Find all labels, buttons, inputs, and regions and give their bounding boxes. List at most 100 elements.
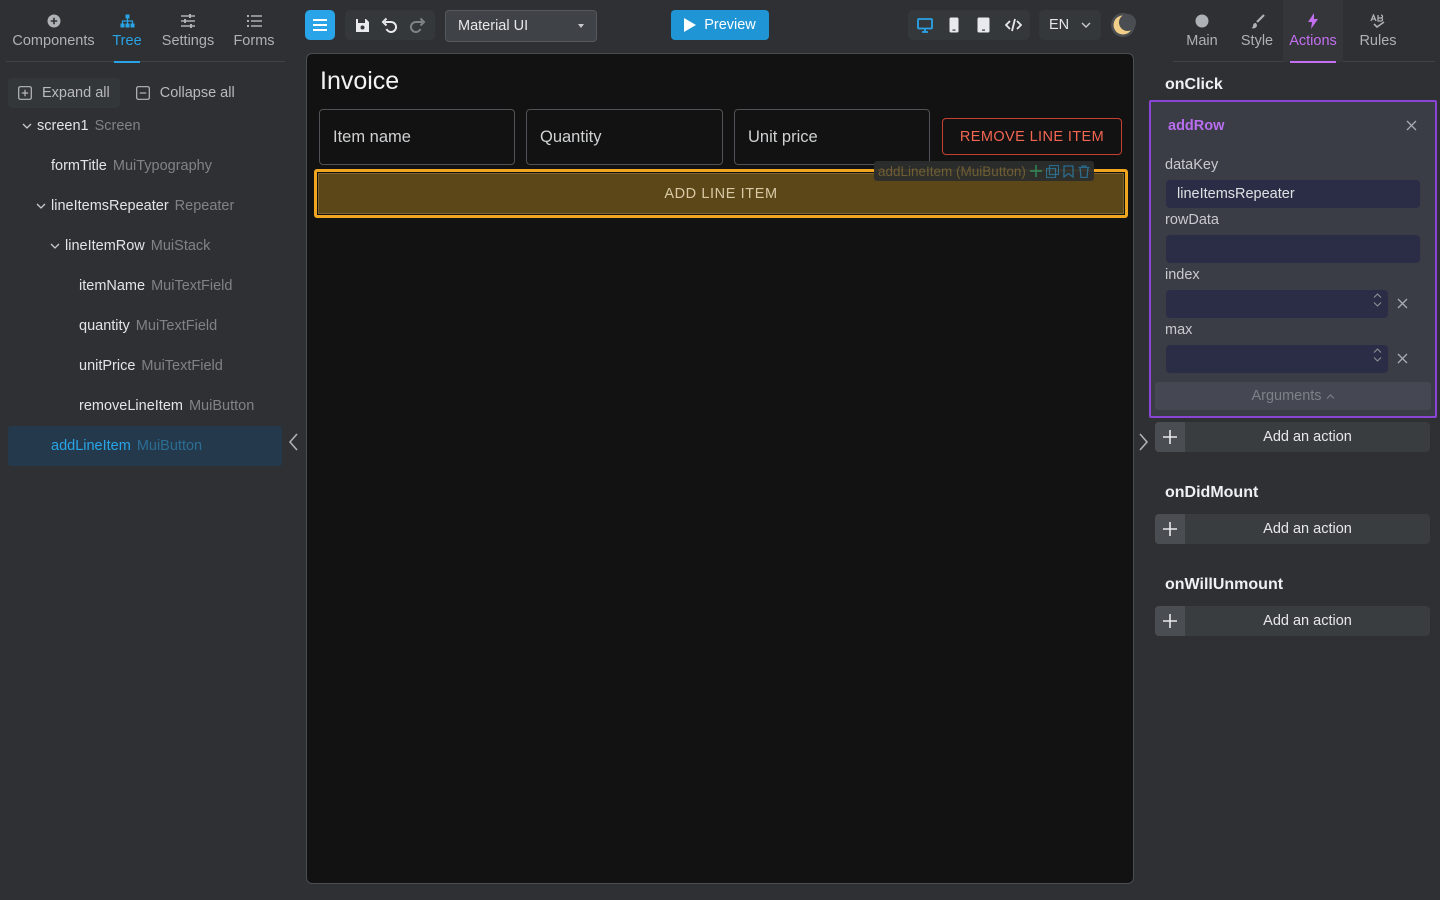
tree-node-type: MuiTextField — [141, 358, 223, 374]
tree-node-formtitle[interactable]: formTitle MuiTypography — [8, 146, 282, 186]
left-panel: Components Tree Settings Forms Expand al… — [0, 0, 298, 900]
tree-node-type: MuiStack — [150, 238, 211, 254]
add-child-icon[interactable] — [1029, 165, 1042, 177]
tab-settings[interactable]: Settings — [153, 0, 223, 62]
tree-node-type: MuiTextField — [135, 318, 218, 334]
tablet-icon[interactable] — [971, 12, 997, 38]
quantity-label: Quantity — [540, 127, 602, 146]
arg-input-rowdata[interactable] — [1166, 235, 1420, 263]
add-action-label: Add an action — [1263, 613, 1352, 629]
tab-forms[interactable]: Forms — [223, 0, 285, 62]
duplicate-icon[interactable] — [1045, 164, 1059, 178]
tree-node-unitprice[interactable]: unitPrice MuiTextField — [8, 346, 282, 386]
tab-actions[interactable]: Actions — [1283, 0, 1343, 62]
arg-input-index[interactable] — [1166, 290, 1388, 318]
tab-style[interactable]: Style — [1231, 0, 1283, 62]
clear-max-icon[interactable] — [1397, 353, 1408, 364]
action-name: addRow — [1168, 118, 1225, 134]
preview-button[interactable]: Preview — [671, 10, 769, 40]
tab-rules-label: Rules — [1359, 33, 1397, 49]
chevron-down-icon[interactable] — [20, 123, 34, 129]
tab-rules[interactable]: Rules — [1343, 0, 1413, 62]
chevron-down-icon[interactable] — [48, 243, 62, 249]
tree-node-name: quantity — [79, 318, 130, 334]
tree-node-type: MuiTypography — [112, 158, 212, 174]
menu-button[interactable] — [305, 10, 335, 40]
preview-label: Preview — [704, 17, 756, 33]
ui-library-select[interactable]: Material UI — [445, 10, 597, 42]
selection-toolbar: addLineItem (MuiButton) — [874, 161, 1094, 181]
quantity-field[interactable]: Quantity — [526, 109, 723, 165]
tree-node-name: removeLineItem — [79, 398, 183, 414]
unit-price-field[interactable]: Unit price — [734, 109, 930, 165]
mobile-icon[interactable] — [941, 12, 967, 38]
event-title-ondidmount: onDidMount — [1165, 484, 1259, 501]
tab-tree[interactable]: Tree — [101, 0, 153, 62]
tree-node-name: unitPrice — [79, 358, 136, 374]
play-icon — [684, 18, 697, 32]
tree-node-type: Repeater — [174, 198, 235, 214]
code-icon[interactable] — [1000, 12, 1026, 38]
tab-components-label: Components — [12, 33, 95, 49]
clear-index-icon[interactable] — [1397, 298, 1408, 309]
tree-node-itemname[interactable]: itemName MuiTextField — [8, 266, 282, 306]
close-icon[interactable] — [1406, 120, 1417, 131]
tree-node-quantity[interactable]: quantity MuiTextField — [8, 306, 282, 346]
tree-node-lineitemsrepeater[interactable]: lineItemsRepeater Repeater — [8, 186, 282, 226]
number-stepper[interactable] — [1373, 348, 1382, 362]
tab-main[interactable]: Main — [1173, 0, 1231, 62]
collapse-right-panel-icon[interactable] — [1138, 432, 1150, 452]
design-canvas[interactable]: Invoice Item name Quantity Unit price RE… — [306, 53, 1134, 884]
chevron-up-icon — [1326, 393, 1335, 399]
tree-node-removelineitem[interactable]: removeLineItem MuiButton — [8, 386, 282, 426]
component-tree: screen1 Screen formTitle MuiTypography l… — [8, 106, 282, 466]
delete-icon[interactable] — [1078, 164, 1090, 178]
remove-line-item-label: REMOVE LINE ITEM — [959, 128, 1105, 145]
arg-label-datakey: dataKey — [1165, 157, 1219, 173]
tree-node-lineitemrow[interactable]: lineItemRow MuiStack — [8, 226, 282, 266]
left-tab-bar: Components Tree Settings Forms — [6, 0, 285, 62]
event-title-onwillunmount: onWillUnmount — [1165, 576, 1284, 593]
tree-node-addlineitem[interactable]: addLineItem MuiButton — [8, 426, 282, 466]
event-title-onclick: onClick — [1165, 76, 1223, 93]
collapse-icon — [135, 86, 150, 100]
arguments-toggle[interactable]: Arguments — [1155, 382, 1431, 410]
sliders-icon — [180, 12, 196, 30]
item-name-field[interactable]: Item name — [319, 109, 515, 165]
circle-icon — [1195, 12, 1209, 30]
save-icon[interactable] — [355, 18, 370, 33]
redo-icon[interactable] — [409, 17, 426, 33]
caret-down-icon — [578, 24, 584, 28]
arg-input-datakey[interactable]: lineItemsRepeater — [1166, 180, 1420, 208]
tree-node-type: MuiButton — [188, 398, 255, 414]
tree-node-screen1[interactable]: screen1 Screen — [8, 106, 282, 146]
arg-input-max[interactable] — [1166, 345, 1388, 373]
bookmark-icon[interactable] — [1063, 164, 1074, 178]
language-select[interactable]: EN — [1039, 10, 1101, 40]
desktop-icon[interactable] — [912, 12, 938, 38]
language-value: EN — [1049, 17, 1070, 33]
add-action-button-onclick[interactable]: Add an action — [1155, 422, 1430, 452]
tab-tree-label: Tree — [112, 33, 142, 49]
expand-all-button[interactable]: Expand all — [8, 78, 120, 108]
form-title[interactable]: Invoice — [320, 67, 399, 96]
tree-node-name: formTitle — [51, 158, 107, 174]
collapse-all-button[interactable]: Collapse all — [126, 78, 245, 108]
remove-line-item-button[interactable]: REMOVE LINE ITEM — [942, 118, 1122, 155]
collapse-left-panel-icon[interactable] — [287, 432, 299, 452]
arg-value-datakey: lineItemsRepeater — [1177, 186, 1295, 202]
tree-node-type: MuiTextField — [151, 278, 233, 294]
tree-node-name: lineItemsRepeater — [51, 198, 169, 214]
tab-style-label: Style — [1240, 33, 1274, 49]
theme-toggle-moon-icon[interactable] — [1110, 12, 1136, 38]
arg-label-index: index — [1165, 267, 1200, 283]
add-line-item-label: ADD LINE ITEM — [664, 185, 778, 202]
add-action-button-onwillunmount[interactable]: Add an action — [1155, 606, 1430, 636]
undo-icon[interactable] — [381, 17, 398, 33]
add-action-button-ondidmount[interactable]: Add an action — [1155, 514, 1430, 544]
chevron-down-icon[interactable] — [34, 203, 48, 209]
number-stepper[interactable] — [1373, 293, 1382, 307]
tab-components[interactable]: Components — [6, 0, 101, 62]
action-card-addrow[interactable]: addRow dataKey lineItemsRepeater rowData… — [1149, 100, 1437, 418]
tab-main-label: Main — [1186, 33, 1218, 49]
